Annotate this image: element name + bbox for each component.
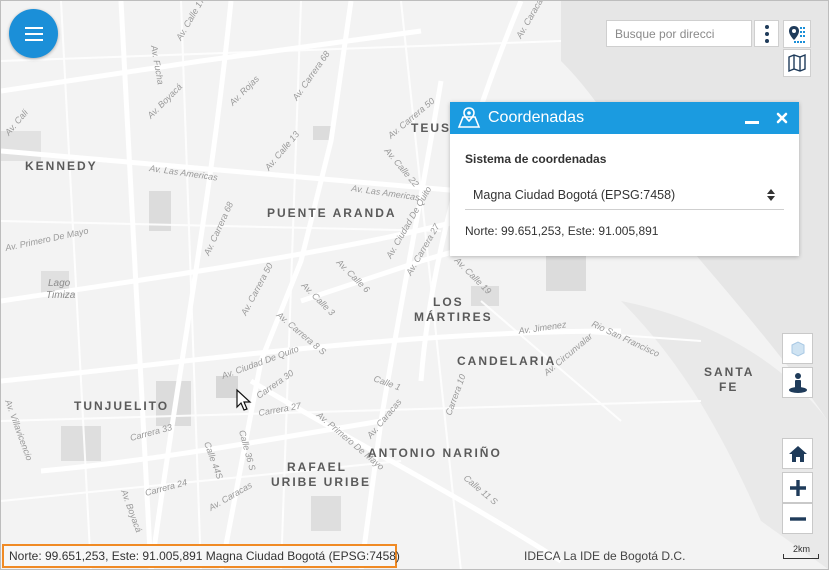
basemap-button[interactable] xyxy=(783,49,811,77)
minimize-button[interactable] xyxy=(745,120,759,124)
place-lago-timiza-1: Lago xyxy=(48,278,71,289)
scale-bar xyxy=(783,554,819,559)
hamburger-icon-bar xyxy=(24,38,43,41)
map-pin-icon xyxy=(457,107,481,128)
3d-view-button[interactable] xyxy=(782,333,813,364)
panel-header[interactable]: Coordenadas xyxy=(450,102,799,134)
crs-selected-value: Magna Ciudad Bogotá (EPSG:7458) xyxy=(473,187,676,202)
hamburger-icon-bar xyxy=(24,26,43,29)
map-icon xyxy=(788,53,806,73)
dot-icon xyxy=(764,38,769,43)
crs-label: Sistema de coordenadas xyxy=(465,152,607,166)
zoom-out-button[interactable] xyxy=(782,503,813,534)
home-button[interactable] xyxy=(782,438,813,469)
home-icon xyxy=(788,445,807,462)
zoom-in-button[interactable] xyxy=(782,472,813,503)
district-rafael-uribe-1: RAFAEL xyxy=(287,460,347,474)
search-box[interactable] xyxy=(606,20,753,47)
dot-icon xyxy=(764,24,769,29)
select-arrows-icon xyxy=(767,188,775,201)
scale-label: 2km xyxy=(793,544,811,554)
district-kennedy: KENNEDY xyxy=(25,159,98,173)
coordinates-panel: Coordenadas Sistema de coordenadas Magna… xyxy=(450,102,799,256)
more-options-button[interactable] xyxy=(754,20,779,47)
menu-button[interactable] xyxy=(9,9,58,58)
plus-icon xyxy=(789,479,806,496)
coordinate-status-bar: Norte: 99.651,253, Este: 91.005,891 Magn… xyxy=(2,544,400,568)
coordinate-readout: Norte: 99.651,253, Este: 91.005,891 xyxy=(465,224,659,238)
attribution: IDECA La IDE de Bogotá D.C. xyxy=(524,549,686,563)
pin-grid-icon xyxy=(789,26,805,43)
place-lago-timiza-2: Timiza xyxy=(46,290,76,301)
cube-icon xyxy=(791,340,804,357)
status-text: Norte: 99.651,253, Este: 91.005,891 Magn… xyxy=(9,549,400,563)
close-button[interactable] xyxy=(775,111,789,125)
district-tunjuelito: TUNJUELITO xyxy=(74,399,169,413)
close-icon xyxy=(776,112,788,124)
locate-address-button[interactable] xyxy=(783,20,811,48)
district-santa-fe-2: FE xyxy=(719,380,738,394)
district-los-martires-1: LOS xyxy=(433,295,464,309)
district-rafael-uribe-2: URIBE URIBE xyxy=(271,475,371,489)
map-viewport[interactable]: KENNEDY PUENTE ARANDA TEUSA LOS MÁRTIRES… xyxy=(0,0,829,570)
search-input[interactable] xyxy=(607,21,753,46)
hamburger-icon-bar xyxy=(24,32,43,35)
district-candelaria: CANDELARIA xyxy=(457,354,556,368)
dot-icon xyxy=(764,31,769,36)
street-view-button[interactable] xyxy=(782,367,813,398)
district-santa-fe-1: SANTA xyxy=(704,365,754,379)
district-los-martires-2: MÁRTIRES xyxy=(414,309,493,324)
district-antonio-narino: ANTONIO NARIÑO xyxy=(368,445,502,460)
basemap[interactable]: KENNEDY PUENTE ARANDA TEUSA LOS MÁRTIRES… xyxy=(1,1,828,569)
crs-select[interactable]: Magna Ciudad Bogotá (EPSG:7458) xyxy=(465,180,784,210)
panel-body: Sistema de coordenadas Magna Ciudad Bogo… xyxy=(450,134,799,238)
person-icon xyxy=(788,372,807,393)
panel-title: Coordenadas xyxy=(488,109,585,126)
district-puente-aranda: PUENTE ARANDA xyxy=(267,206,397,220)
minus-icon xyxy=(789,516,806,521)
